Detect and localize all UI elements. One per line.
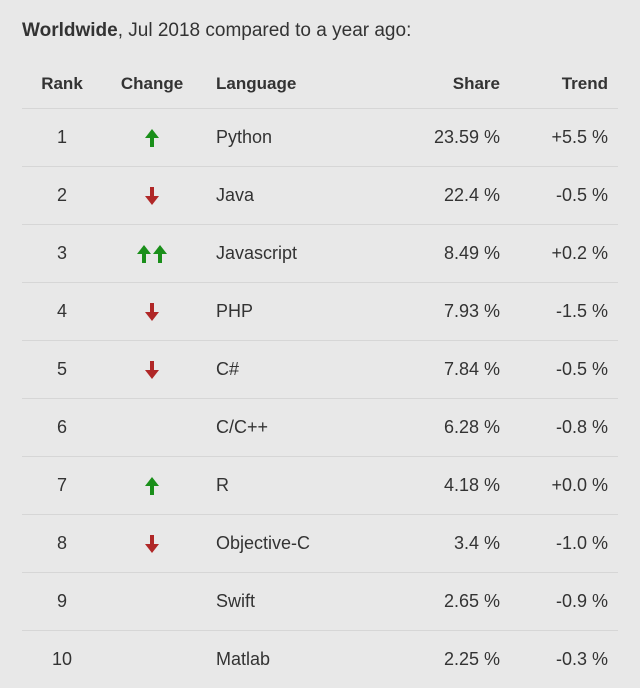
cell-rank: 7: [22, 457, 102, 515]
header-share: Share: [408, 60, 518, 109]
cell-trend: +5.5 %: [518, 109, 618, 167]
cell-language: C#: [202, 341, 408, 399]
ranking-table: Rank Change Language Share Trend 1 Python…: [22, 60, 618, 688]
arrow-down-icon: [145, 361, 159, 379]
cell-change: [102, 109, 202, 167]
cell-change: [102, 399, 202, 457]
arrow-down-icon: [145, 535, 159, 553]
table-row: 1 Python23.59 %+5.5 %: [22, 109, 618, 167]
table-row: 7 R4.18 %+0.0 %: [22, 457, 618, 515]
table-row: 4 PHP7.93 %-1.5 %: [22, 283, 618, 341]
cell-rank: 8: [22, 515, 102, 573]
table-header-row: Rank Change Language Share Trend: [22, 60, 618, 109]
arrow-down-icon: [145, 303, 159, 321]
cell-change: [102, 283, 202, 341]
cell-language: Matlab: [202, 631, 408, 688]
table-row: 3 Javascript8.49 %+0.2 %: [22, 225, 618, 283]
cell-language: R: [202, 457, 408, 515]
cell-language: Swift: [202, 573, 408, 631]
cell-trend: -1.5 %: [518, 283, 618, 341]
cell-language: PHP: [202, 283, 408, 341]
header-change: Change: [102, 60, 202, 109]
arrow-up-icon: [137, 245, 151, 263]
cell-rank: 2: [22, 167, 102, 225]
table-row: 2 Java22.4 %-0.5 %: [22, 167, 618, 225]
cell-change: [102, 573, 202, 631]
cell-language: C/C++: [202, 399, 408, 457]
arrow-up-icon: [153, 245, 167, 263]
cell-share: 7.93 %: [408, 283, 518, 341]
cell-rank: 4: [22, 283, 102, 341]
cell-share: 8.49 %: [408, 225, 518, 283]
cell-trend: -0.8 %: [518, 399, 618, 457]
title-rest: , Jul 2018 compared to a year ago:: [118, 20, 412, 41]
cell-trend: +0.0 %: [518, 457, 618, 515]
table-row: 9 Swift2.65 %-0.9 %: [22, 573, 618, 631]
cell-rank: 1: [22, 109, 102, 167]
title-bold: Worldwide: [22, 20, 118, 41]
cell-change: [102, 225, 202, 283]
header-trend: Trend: [518, 60, 618, 109]
arrow-up-icon: [145, 129, 159, 147]
page-title: Worldwide, Jul 2018 compared to a year a…: [22, 20, 618, 42]
cell-change: [102, 631, 202, 688]
cell-language: Python: [202, 109, 408, 167]
header-language: Language: [202, 60, 408, 109]
cell-rank: 6: [22, 399, 102, 457]
cell-language: Java: [202, 167, 408, 225]
header-rank: Rank: [22, 60, 102, 109]
cell-share: 2.25 %: [408, 631, 518, 688]
arrow-down-icon: [145, 187, 159, 205]
cell-share: 23.59 %: [408, 109, 518, 167]
cell-change: [102, 167, 202, 225]
table-row: 10 Matlab2.25 %-0.3 %: [22, 631, 618, 688]
cell-trend: -0.9 %: [518, 573, 618, 631]
cell-trend: +0.2 %: [518, 225, 618, 283]
cell-share: 22.4 %: [408, 167, 518, 225]
arrow-up-icon: [145, 477, 159, 495]
cell-trend: -0.3 %: [518, 631, 618, 688]
cell-trend: -0.5 %: [518, 341, 618, 399]
cell-change: [102, 515, 202, 573]
cell-trend: -1.0 %: [518, 515, 618, 573]
cell-trend: -0.5 %: [518, 167, 618, 225]
cell-rank: 9: [22, 573, 102, 631]
cell-share: 6.28 %: [408, 399, 518, 457]
cell-rank: 3: [22, 225, 102, 283]
table-row: 8 Objective-C3.4 %-1.0 %: [22, 515, 618, 573]
cell-change: [102, 341, 202, 399]
cell-share: 7.84 %: [408, 341, 518, 399]
cell-language: Javascript: [202, 225, 408, 283]
cell-share: 2.65 %: [408, 573, 518, 631]
cell-share: 3.4 %: [408, 515, 518, 573]
cell-rank: 5: [22, 341, 102, 399]
cell-language: Objective-C: [202, 515, 408, 573]
cell-change: [102, 457, 202, 515]
cell-rank: 10: [22, 631, 102, 688]
cell-share: 4.18 %: [408, 457, 518, 515]
table-row: 6 C/C++6.28 %-0.8 %: [22, 399, 618, 457]
table-row: 5 C#7.84 %-0.5 %: [22, 341, 618, 399]
